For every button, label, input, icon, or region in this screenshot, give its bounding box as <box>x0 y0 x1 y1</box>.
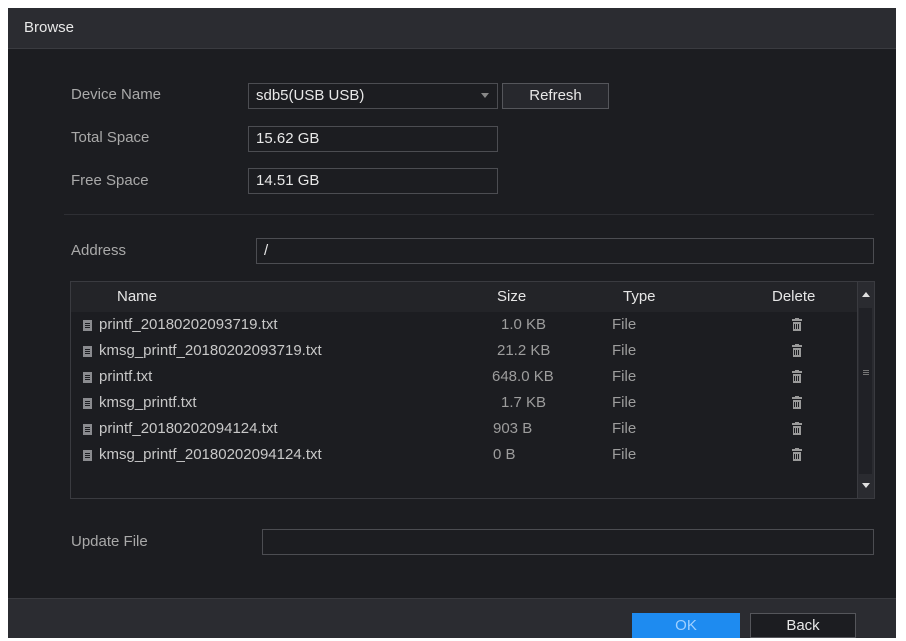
file-name: printf_20180202094124.txt <box>99 420 278 437</box>
trash-icon[interactable] <box>792 318 802 332</box>
refresh-button[interactable]: Refresh <box>502 83 609 109</box>
file-name: printf_20180202093719.txt <box>99 316 278 333</box>
trash-icon[interactable] <box>792 344 802 358</box>
ok-button[interactable]: OK <box>632 613 740 638</box>
file-name: kmsg_printf.txt <box>99 394 197 411</box>
total-space-label: Total Space <box>71 129 150 146</box>
file-type: File <box>612 368 637 385</box>
table-row[interactable]: kmsg_printf_20180202094124.txt 0 B File <box>71 442 855 468</box>
file-name: kmsg_printf_20180202093719.txt <box>99 342 322 359</box>
update-file-field[interactable] <box>262 529 874 555</box>
grip-icon <box>863 370 869 371</box>
file-size: 1.0 KB <box>501 316 547 333</box>
scroll-thumb[interactable] <box>859 308 872 474</box>
file-type: File <box>612 342 637 359</box>
total-space-field: 15.62 GB <box>248 126 498 152</box>
table-scrollbar[interactable] <box>857 282 874 498</box>
file-icon <box>83 320 92 331</box>
file-type: File <box>612 420 637 437</box>
trash-icon[interactable] <box>792 396 802 410</box>
back-button[interactable]: Back <box>750 613 856 638</box>
column-name: Name <box>117 288 158 305</box>
total-space-value: 15.62 GB <box>256 130 320 147</box>
dialog-title: Browse <box>24 19 75 36</box>
file-icon <box>83 346 92 357</box>
column-type: Type <box>623 288 656 305</box>
file-name: printf.txt <box>99 368 153 385</box>
device-name-select[interactable]: sdb5(USB USB) <box>248 83 498 109</box>
file-icon <box>83 398 92 409</box>
file-icon <box>83 372 92 383</box>
free-space-value: 14.51 GB <box>256 172 320 189</box>
update-file-label: Update File <box>71 533 148 550</box>
file-icon <box>83 450 92 461</box>
table-header: Name Size Type Delete <box>71 282 874 312</box>
address-label: Address <box>71 242 127 259</box>
scroll-down-icon[interactable] <box>862 483 870 488</box>
table-row[interactable]: printf_20180202094124.txt 903 B File <box>71 416 855 442</box>
trash-icon[interactable] <box>792 370 802 384</box>
file-icon <box>83 424 92 435</box>
file-name: kmsg_printf_20180202094124.txt <box>99 446 322 463</box>
section-divider <box>64 214 874 215</box>
file-table: Name Size Type Delete printf_20180202093… <box>70 281 875 499</box>
chevron-down-icon <box>481 93 489 98</box>
table-row[interactable]: printf_20180202093719.txt 1.0 KB File <box>71 312 855 338</box>
browse-dialog: Browse Device Name sdb5(USB USB) Refresh… <box>8 8 896 638</box>
file-size: 903 B <box>493 420 533 437</box>
file-size: 21.2 KB <box>497 342 551 359</box>
address-value: / <box>264 242 269 259</box>
address-field[interactable]: / <box>256 238 874 264</box>
table-row[interactable]: kmsg_printf_20180202093719.txt 21.2 KB F… <box>71 338 855 364</box>
file-type: File <box>612 316 637 333</box>
table-row[interactable]: printf.txt 648.0 KB File <box>71 364 855 390</box>
column-delete: Delete <box>772 288 816 305</box>
free-space-field: 14.51 GB <box>248 168 498 194</box>
file-size: 648.0 KB <box>492 368 554 385</box>
table-row[interactable]: kmsg_printf.txt 1.7 KB File <box>71 390 855 416</box>
trash-icon[interactable] <box>792 448 802 462</box>
device-name-label: Device Name <box>71 86 162 103</box>
trash-icon[interactable] <box>792 422 802 436</box>
file-type: File <box>612 394 637 411</box>
title-bar: Browse <box>8 8 896 49</box>
free-space-label: Free Space <box>71 172 149 189</box>
file-size: 1.7 KB <box>501 394 547 411</box>
scroll-up-icon[interactable] <box>862 292 870 297</box>
device-name-value: sdb5(USB USB) <box>256 87 365 104</box>
column-size: Size <box>497 288 527 305</box>
file-type: File <box>612 446 637 463</box>
file-size: 0 B <box>493 446 516 463</box>
